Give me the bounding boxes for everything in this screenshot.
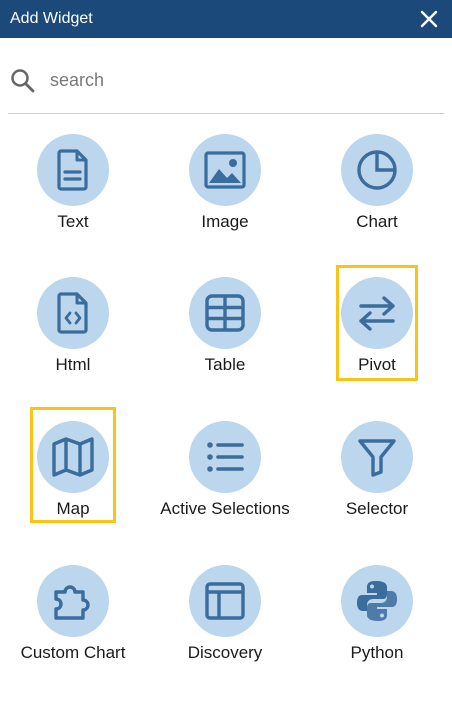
document-icon	[57, 149, 88, 191]
widget-grid: Text Image Chart Html Table Pivot Map Ac…	[0, 114, 452, 727]
widget-pivot[interactable]: Pivot	[302, 277, 452, 387]
widget-label: Table	[204, 355, 246, 374]
close-icon	[420, 10, 438, 28]
widget-label: Custom Chart	[20, 643, 126, 662]
widget-label: Active Selections	[160, 499, 290, 518]
widget-label: Chart	[356, 212, 398, 231]
widget-discovery[interactable]: Discovery	[150, 565, 300, 675]
widget-map[interactable]: Map	[0, 421, 148, 531]
widget-active-selections[interactable]: Active Selections	[150, 421, 300, 531]
puzzle-icon	[54, 585, 90, 620]
list-icon	[207, 442, 244, 472]
widget-label: Python	[350, 643, 404, 662]
widget-text[interactable]: Text	[0, 134, 148, 244]
search-bar	[8, 38, 444, 114]
image-icon	[204, 151, 246, 189]
widget-image[interactable]: Image	[150, 134, 300, 244]
widget-label: Html	[55, 355, 91, 374]
widget-custom-chart[interactable]: Custom Chart	[0, 565, 148, 675]
dialog-header: Add Widget	[0, 0, 452, 38]
widget-selector[interactable]: Selector	[302, 421, 452, 531]
widget-chart[interactable]: Chart	[302, 134, 452, 244]
layout-icon	[205, 582, 245, 620]
pie-chart-icon	[357, 150, 397, 190]
search-icon	[10, 68, 36, 94]
widget-label: Map	[56, 499, 90, 518]
widget-html[interactable]: Html	[0, 277, 148, 387]
widget-label: Image	[201, 212, 249, 231]
dialog-title: Add Widget	[10, 10, 93, 27]
code-file-icon	[57, 292, 88, 334]
swap-arrows-icon	[359, 296, 395, 331]
map-icon	[52, 437, 94, 477]
table-icon	[205, 294, 245, 332]
widget-label: Selector	[345, 499, 409, 518]
widget-label: Text	[57, 212, 89, 231]
search-input[interactable]	[50, 68, 430, 92]
widget-label: Discovery	[187, 643, 263, 662]
python-icon	[357, 581, 397, 621]
widget-label: Pivot	[358, 355, 396, 374]
close-button[interactable]	[418, 8, 440, 30]
filter-icon	[358, 439, 396, 477]
widget-python[interactable]: Python	[302, 565, 452, 675]
widget-table[interactable]: Table	[150, 277, 300, 387]
